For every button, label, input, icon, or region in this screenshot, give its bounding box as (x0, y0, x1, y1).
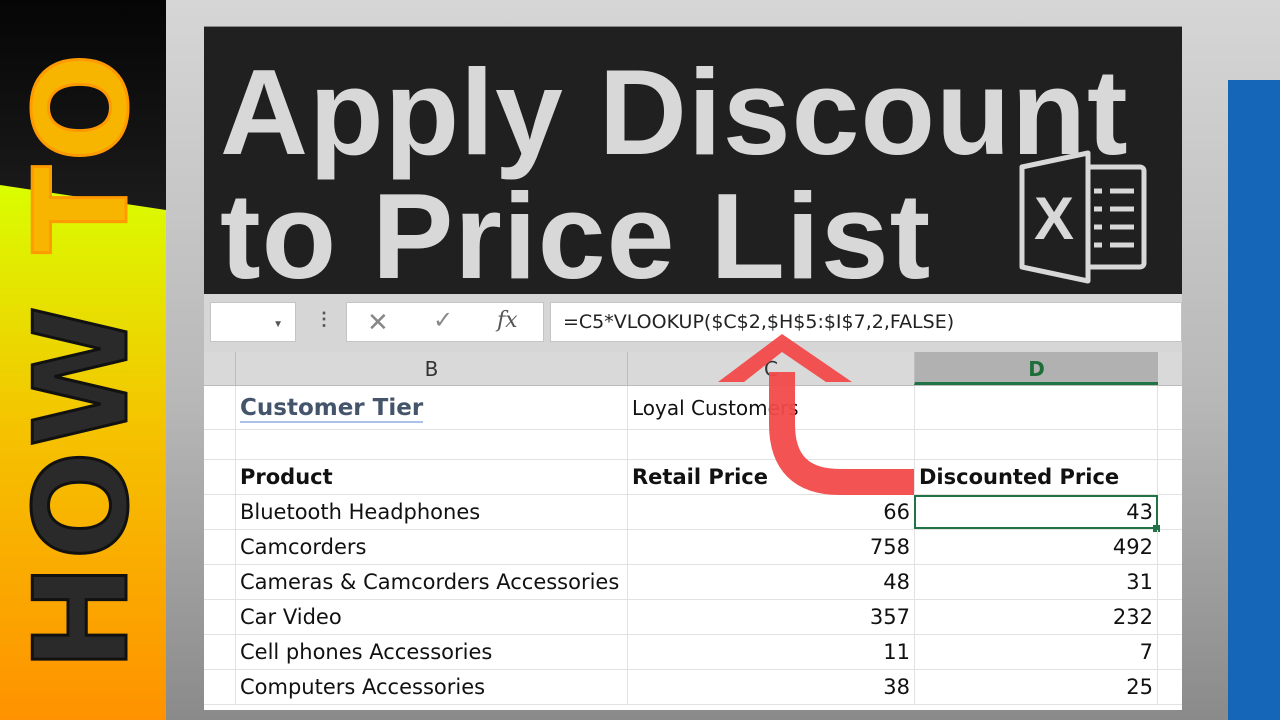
column-header-d[interactable]: D (914, 352, 1158, 385)
chevron-down-icon[interactable]: ▼ (273, 319, 283, 330)
how-to-banner: HOW TO (0, 0, 166, 720)
insert-function-icon[interactable]: fx (497, 310, 518, 332)
column-header-b[interactable]: B (235, 352, 627, 385)
discounted-price-cell[interactable]: 31 (914, 565, 1158, 599)
discounted-price-value: 43 (1126, 500, 1153, 524)
table-row: Car Video 357 232 (204, 600, 1182, 635)
retail-price-cell[interactable]: 11 (627, 635, 914, 669)
more-options-icon[interactable]: ⋮ (315, 310, 333, 328)
product-cell[interactable]: Bluetooth Headphones (235, 495, 627, 529)
discounted-price-cell[interactable]: 232 (914, 600, 1158, 634)
retail-price-cell[interactable]: 48 (627, 565, 914, 599)
product-cell[interactable]: Car Video (235, 600, 627, 634)
header-product[interactable]: Product (235, 460, 627, 494)
excel-icon: X (1019, 150, 1147, 284)
title-line-1: Apply Discount (220, 44, 1129, 180)
enter-check-icon[interactable]: ✓ (433, 309, 453, 333)
cell-b2[interactable]: Customer Tier (235, 386, 627, 430)
discounted-price-cell[interactable]: 7 (914, 635, 1158, 669)
table-row: Camcorders 758 492 (204, 530, 1182, 565)
table-row: Cell phones Accessories 11 7 (204, 635, 1182, 670)
discounted-price-cell[interactable]: 492 (914, 530, 1158, 564)
discounted-price-cell[interactable]: 25 (914, 670, 1158, 704)
column-header-c[interactable]: C (627, 352, 914, 385)
cell-c3[interactable] (627, 430, 914, 460)
retail-price-cell[interactable]: 38 (627, 670, 914, 704)
cell-c2-tier-value[interactable]: Loyal Customers (627, 386, 914, 430)
formula-buttons: ✕ ✓ fx (346, 302, 544, 342)
product-cell[interactable]: Camcorders (235, 530, 627, 564)
table-row: Computers Accessories 38 25 (204, 670, 1182, 705)
how-text: HOW (7, 300, 159, 672)
excel-sheet: ▼ ⋮ ✕ ✓ fx =C5*VLOOKUP($C$2,$H$5:$I$7,2,… (204, 294, 1182, 710)
product-cell[interactable]: Cell phones Accessories (235, 635, 627, 669)
column-headers: B C D (204, 352, 1182, 386)
header-discounted-price[interactable]: Discounted Price (914, 460, 1158, 494)
empty-row (204, 430, 1182, 460)
retail-price-cell[interactable]: 758 (627, 530, 914, 564)
product-cell[interactable]: Computers Accessories (235, 670, 627, 704)
svg-text:X: X (1034, 185, 1074, 252)
customer-tier-label: Customer Tier (240, 395, 424, 423)
cell-d2[interactable] (914, 386, 1158, 430)
formula-input[interactable]: =C5*VLOOKUP($C$2,$H$5:$I$7,2,FALSE) (550, 302, 1182, 342)
header-retail-price[interactable]: Retail Price (627, 460, 914, 494)
product-cell[interactable]: Cameras & Camcorders Accessories (235, 565, 627, 599)
cancel-icon[interactable]: ✕ (367, 309, 389, 335)
discounted-price-cell-selected[interactable]: 43 (914, 495, 1160, 532)
retail-price-cell[interactable]: 357 (627, 600, 914, 634)
header-row: Product Retail Price Discounted Price (204, 460, 1182, 495)
name-box[interactable]: ▼ (210, 302, 296, 342)
table-row: Cameras & Camcorders Accessories 48 31 (204, 565, 1182, 600)
blue-side-strip (1228, 80, 1280, 720)
cell-b3[interactable] (235, 430, 627, 460)
formula-bar: ▼ ⋮ ✕ ✓ fx =C5*VLOOKUP($C$2,$H$5:$I$7,2,… (204, 294, 1182, 352)
to-text: TO (7, 48, 159, 255)
title-block: Apply Discount to Price List X (204, 26, 1182, 304)
tier-row: Customer Tier Loyal Customers (204, 386, 1182, 430)
how-to-text: HOW TO (7, 48, 159, 673)
table-row: Bluetooth Headphones 66 43 (204, 495, 1182, 532)
title-line-2: to Price List (220, 168, 932, 304)
retail-price-cell[interactable]: 66 (627, 495, 914, 529)
cell-d3[interactable] (914, 430, 1158, 460)
